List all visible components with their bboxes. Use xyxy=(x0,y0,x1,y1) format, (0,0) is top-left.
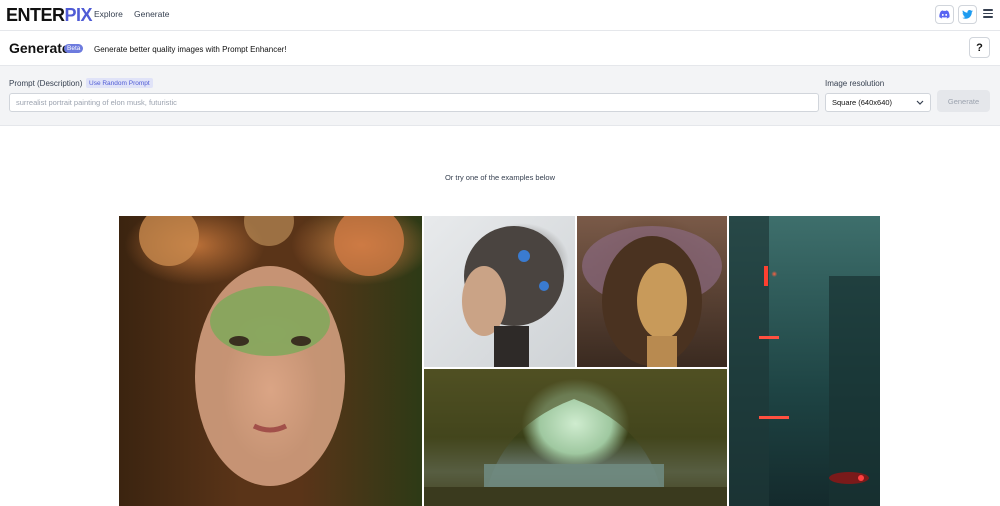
logo-text-main: ENTER xyxy=(6,5,65,25)
prompt-panel: Prompt (Description) Use Random Prompt I… xyxy=(0,66,1000,126)
discord-icon xyxy=(939,10,950,19)
hamburger-menu-icon[interactable] xyxy=(983,9,993,18)
help-button[interactable]: ? xyxy=(969,37,990,58)
top-navbar: ENTERPIX Explore Generate xyxy=(0,0,1000,31)
resolution-label: Image resolution xyxy=(825,79,885,88)
example-image-art xyxy=(424,369,727,506)
enterpix-logo[interactable]: ENTERPIX xyxy=(6,5,93,26)
resolution-select[interactable]: Square (640x640) xyxy=(825,93,931,112)
chevron-down-icon xyxy=(916,100,924,105)
page-title: Generate xyxy=(9,40,70,56)
example-image-art xyxy=(139,216,404,486)
example-image-art xyxy=(462,226,564,367)
twitter-icon xyxy=(962,10,973,19)
example-image-cyberpunk-city[interactable] xyxy=(729,216,880,506)
discord-button[interactable] xyxy=(935,5,954,24)
example-image-art xyxy=(582,226,722,367)
nav-explore-link[interactable]: Explore xyxy=(94,9,123,19)
prompt-input[interactable] xyxy=(9,93,819,112)
nav-generate-link[interactable]: Generate xyxy=(134,9,169,19)
beta-badge: Beta xyxy=(64,44,84,53)
example-image-flower-woman[interactable] xyxy=(119,216,422,506)
example-image-cave-landscape[interactable] xyxy=(424,369,727,506)
prompt-label: Prompt (Description) xyxy=(9,79,83,88)
page-subtitle: Generate better quality images with Prom… xyxy=(94,45,287,54)
example-image-nouveau-man[interactable] xyxy=(577,216,727,367)
example-image-art xyxy=(729,216,880,506)
twitter-button[interactable] xyxy=(958,5,977,24)
use-random-prompt-button[interactable]: Use Random Prompt xyxy=(86,78,153,88)
page-header: Generate Beta Generate better quality im… xyxy=(0,31,1000,66)
example-image-robot-woman[interactable] xyxy=(424,216,575,367)
examples-intro: Or try one of the examples below xyxy=(444,173,556,182)
generate-button[interactable]: Generate xyxy=(937,90,990,112)
logo-text-accent: PIX xyxy=(64,5,93,25)
resolution-selected-value: Square (640x640) xyxy=(832,98,893,107)
